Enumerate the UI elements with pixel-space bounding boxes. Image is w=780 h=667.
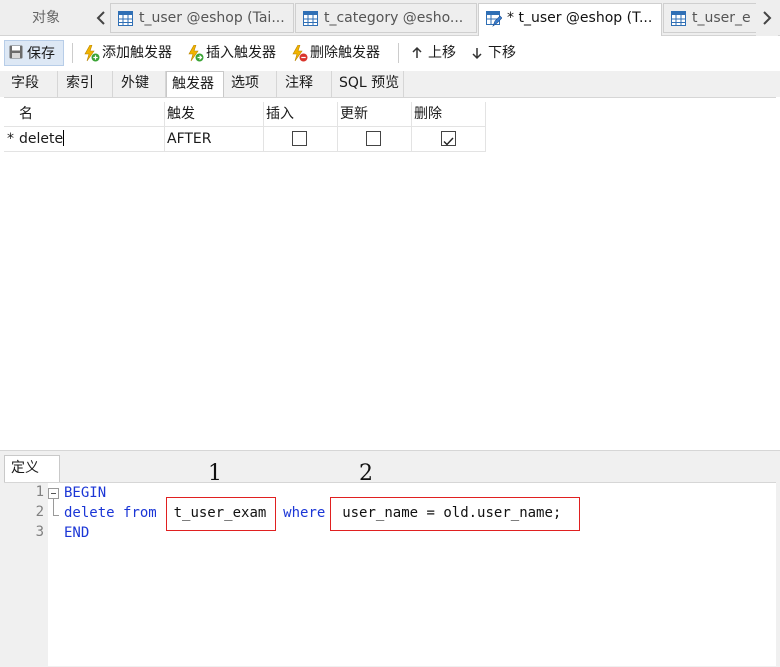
add-trigger-label: 添加触发器 [102,45,172,61]
keyword: where [283,505,326,521]
trigger-delete-icon [292,45,308,62]
column-header-delete[interactable]: 删除 [412,102,486,127]
move-down-label: 下移 [488,45,516,61]
delete-checkbox-cell[interactable] [412,127,486,152]
line-number-gutter: 1 2 3 [4,483,48,667]
toolbar-separator [398,43,399,63]
tab-options[interactable]: 选项 [224,71,277,97]
tab-label: t_user @eshop (Tai... [139,10,285,26]
tab-label: t_user_e [692,10,751,26]
tab-objects[interactable]: 对象 [0,0,92,36]
document-tab-bar: 对象 t_user @eshop (Tai... t_category @esh… [0,0,780,36]
table-icon [303,11,318,26]
line-number: 1 [35,484,44,500]
column-header-fire[interactable]: 触发 [165,102,264,127]
table-icon [118,11,133,26]
move-up-label: 上移 [428,45,456,61]
fold-guide-line [53,499,54,516]
highlight-box-table [166,497,276,531]
keyword: delete [64,505,115,521]
tab-scroll-left-button[interactable] [92,0,110,36]
tab-t-user-1[interactable]: t_user @eshop (Tai... [110,3,294,33]
trigger-name-value: delete [19,131,64,147]
update-checkbox[interactable] [366,131,381,146]
code-line-3: END [64,523,89,543]
annotation-number-1: 1 [208,461,222,486]
keyword: BEGIN [64,485,107,501]
trigger-name-cell[interactable]: delete [17,127,165,152]
trigger-fire-cell[interactable]: AFTER [165,127,264,152]
add-trigger-button[interactable]: 添加触发器 [82,40,172,66]
row-modified-marker: * [4,127,17,152]
fold-collapse-icon[interactable] [48,488,59,499]
trigger-add-icon [84,45,100,62]
designer-tab-bar: 字段 索引 外键 触发器 选项 注释 SQL 预览 [0,71,780,98]
highlight-box-condition [330,497,580,531]
checkmark-icon [443,137,454,146]
tab-triggers[interactable]: 触发器 [166,71,224,98]
line-number: 2 [35,504,44,520]
tab-t-user-design-active[interactable]: * t_user @eshop (T... [478,3,662,36]
move-up-button[interactable]: 上移 [410,40,456,66]
insert-trigger-button[interactable]: 插入触发器 [186,40,276,66]
arrow-down-icon [472,48,482,60]
keyword: END [64,525,90,541]
trigger-grid-area: 名 触发 插入 更新 删除 * delete AFTER [4,97,776,447]
tab-scroll-right-button[interactable] [756,0,778,36]
insert-checkbox[interactable] [292,131,307,146]
tab-t-category[interactable]: t_category @esho... [295,3,477,33]
tab-foreign-keys[interactable]: 外键 [114,71,166,97]
tab-comment[interactable]: 注释 [278,71,332,97]
insert-checkbox-cell[interactable] [264,127,338,152]
table-design-icon [486,11,502,27]
delete-trigger-label: 删除触发器 [310,45,380,61]
save-button[interactable]: 保存 [4,40,64,66]
chevron-right-icon [763,11,772,25]
table-icon [671,11,686,26]
chevron-left-icon [96,11,105,25]
save-label: 保存 [27,46,55,62]
annotation-number-2: 2 [359,461,373,486]
arrow-up-icon [412,46,422,58]
insert-trigger-label: 插入触发器 [206,45,276,61]
tab-label: t_category @esho... [324,10,464,26]
header-marker [4,102,17,127]
column-header-insert[interactable]: 插入 [264,102,338,127]
fold-guide-end [53,515,59,516]
tab-label: * t_user @eshop (T... [507,10,653,26]
text-caret [63,130,65,146]
trigger-insert-icon [188,45,204,62]
column-header-update[interactable]: 更新 [338,102,412,127]
sql-editor[interactable]: 1 2 3 BEGIN delete from t_user_exam wher… [4,482,776,667]
column-header-name[interactable]: 名 [17,102,165,127]
tab-t-user-e[interactable]: t_user_e [663,3,757,33]
move-down-button[interactable]: 下移 [470,40,516,66]
toolbar: 保存 添加触发器 插入触发器 删除触发器 上移 下移 [0,37,780,69]
delete-trigger-button[interactable]: 删除触发器 [290,40,380,66]
tab-fields[interactable]: 字段 [4,71,58,97]
tab-definition[interactable]: 定义 [4,455,60,482]
delete-checkbox[interactable] [441,131,456,146]
definition-panel: 定义 1 2 3 BEGIN delete from t_user_exam w… [0,450,780,667]
tab-indexes[interactable]: 索引 [59,71,113,97]
keyword: from [123,505,157,521]
floppy-disk-icon [9,45,23,59]
code-line-1: BEGIN [64,483,106,503]
update-checkbox-cell[interactable] [338,127,412,152]
toolbar-separator [72,43,73,63]
line-number: 3 [35,524,44,540]
tab-sql-preview[interactable]: SQL 预览 [332,71,404,97]
